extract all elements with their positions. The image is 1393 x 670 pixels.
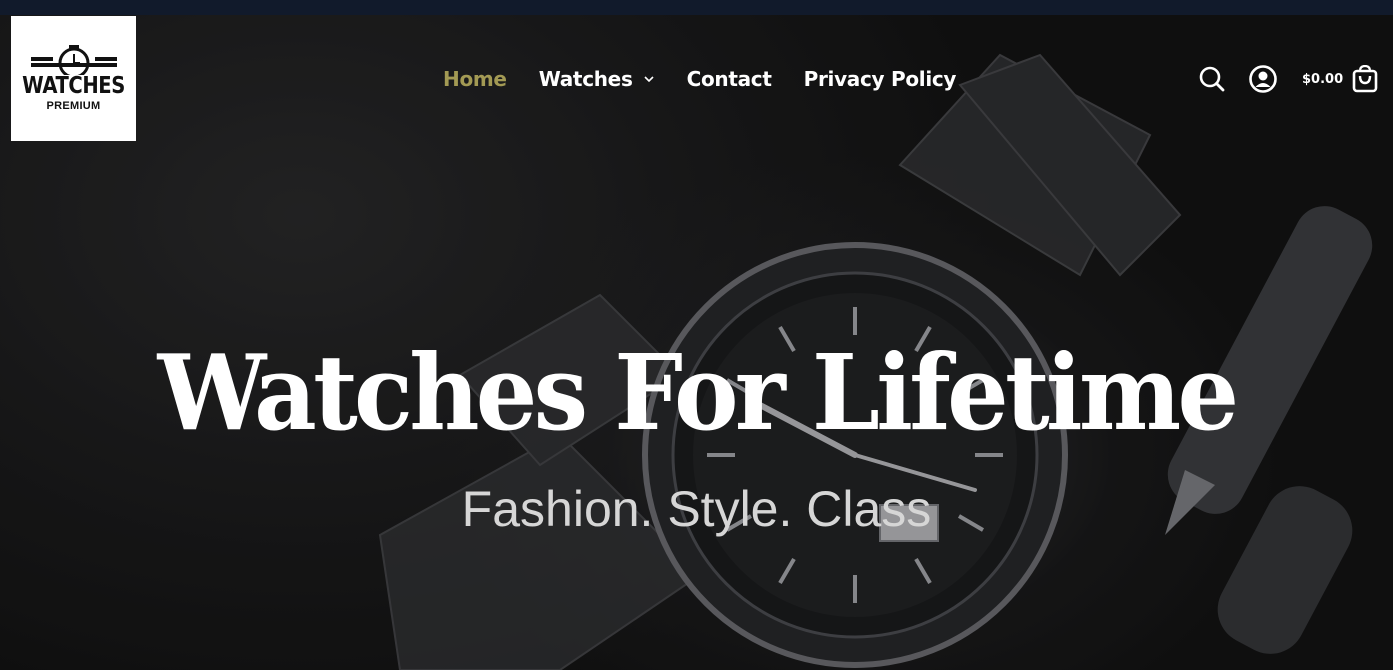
header-tools: $0.00 [1198, 62, 1378, 96]
nav-item-privacy-policy[interactable]: Privacy Policy [804, 67, 957, 91]
chevron-down-icon [643, 76, 654, 83]
hero-subtitle: Fashion. Style. Class [461, 481, 932, 537]
hero-title: Watches For Lifetime [157, 331, 1239, 454]
nav-item-label: Home [443, 67, 507, 91]
cart-total: $0.00 [1302, 71, 1344, 87]
nav-item-home[interactable]: Home [443, 67, 507, 91]
top-accent-bar [0, 0, 1393, 15]
search-icon [1199, 66, 1225, 92]
user-circle-icon [1249, 65, 1277, 93]
nav-item-label: Contact [686, 67, 772, 91]
main-navigation: Home Watches Contact Privacy Policy [443, 64, 988, 94]
watch-logo-icon [30, 45, 117, 75]
search-button[interactable] [1198, 65, 1226, 93]
nav-item-label: Privacy Policy [803, 67, 957, 91]
nav-item-label: Watches [538, 67, 633, 91]
site-logo[interactable]: WATCHES PREMIUM [11, 16, 136, 141]
nav-item-watches[interactable]: Watches [539, 67, 655, 91]
nav-item-contact[interactable]: Contact [687, 67, 772, 91]
logo-subtitle: PREMIUM [46, 100, 101, 112]
shopping-bag-icon [1352, 65, 1378, 93]
logo-wordmark: WATCHES [22, 73, 125, 99]
account-button[interactable] [1248, 64, 1278, 94]
cart-button[interactable]: $0.00 [1302, 65, 1378, 93]
